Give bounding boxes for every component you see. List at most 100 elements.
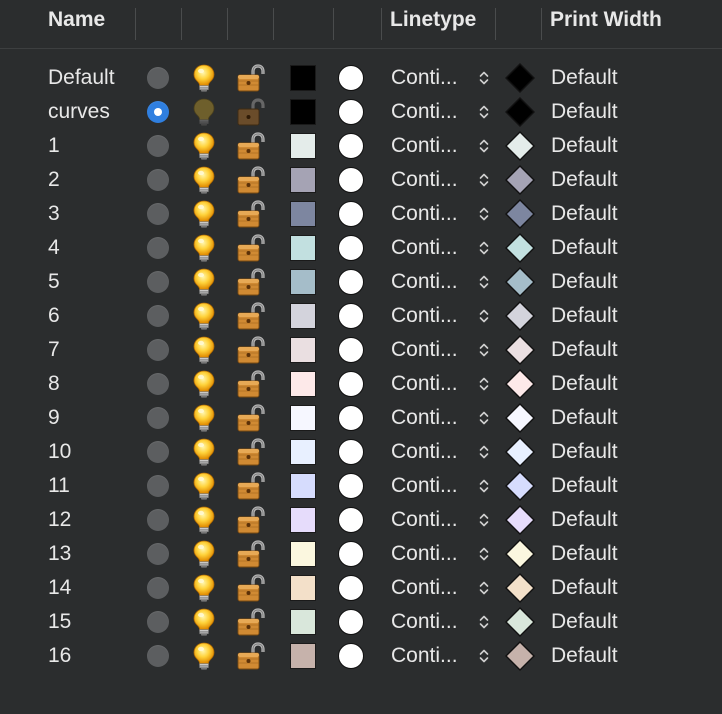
- chevron-up-down-icon[interactable]: [474, 503, 494, 537]
- chevron-up-down-icon[interactable]: [474, 333, 494, 367]
- lightbulb-icon[interactable]: [190, 503, 218, 537]
- padlock-icon[interactable]: [236, 265, 266, 299]
- layer-name[interactable]: 14: [48, 571, 71, 605]
- print-width-value[interactable]: Default: [551, 231, 618, 265]
- lightbulb-icon[interactable]: [190, 639, 218, 673]
- linetype-value[interactable]: Conti...: [391, 503, 458, 537]
- material-circle[interactable]: [338, 265, 364, 299]
- current-layer-radio[interactable]: [147, 639, 169, 673]
- layer-color-swatch[interactable]: [290, 469, 316, 503]
- layer-name[interactable]: 7: [48, 333, 60, 367]
- chevron-up-down-icon[interactable]: [474, 265, 494, 299]
- layer-color-swatch[interactable]: [290, 333, 316, 367]
- layer-name[interactable]: 6: [48, 299, 60, 333]
- print-width-value[interactable]: Default: [551, 265, 618, 299]
- current-layer-radio[interactable]: [147, 61, 169, 95]
- diamond-icon[interactable]: [503, 197, 537, 231]
- padlock-icon[interactable]: [236, 333, 266, 367]
- diamond-icon[interactable]: [503, 401, 537, 435]
- material-circle[interactable]: [338, 299, 364, 333]
- diamond-icon[interactable]: [503, 571, 537, 605]
- layer-color-swatch[interactable]: [290, 197, 316, 231]
- linetype-value[interactable]: Conti...: [391, 435, 458, 469]
- chevron-up-down-icon[interactable]: [474, 537, 494, 571]
- chevron-up-down-icon[interactable]: [474, 163, 494, 197]
- diamond-icon[interactable]: [503, 367, 537, 401]
- diamond-icon[interactable]: [503, 639, 537, 673]
- material-circle[interactable]: [338, 435, 364, 469]
- print-width-value[interactable]: Default: [551, 571, 618, 605]
- linetype-value[interactable]: Conti...: [391, 95, 458, 129]
- current-layer-radio[interactable]: [147, 401, 169, 435]
- lightbulb-icon[interactable]: [190, 469, 218, 503]
- diamond-icon[interactable]: [503, 333, 537, 367]
- current-layer-radio[interactable]: [147, 197, 169, 231]
- layer-name[interactable]: 9: [48, 401, 60, 435]
- lightbulb-icon[interactable]: [190, 163, 218, 197]
- layer-row[interactable]: 13 Conti... Default: [0, 537, 722, 571]
- lightbulb-icon[interactable]: [190, 95, 218, 129]
- padlock-icon[interactable]: [236, 95, 266, 129]
- current-layer-radio[interactable]: [147, 231, 169, 265]
- diamond-icon[interactable]: [503, 265, 537, 299]
- current-layer-radio[interactable]: [147, 537, 169, 571]
- padlock-icon[interactable]: [236, 401, 266, 435]
- print-width-value[interactable]: Default: [551, 469, 618, 503]
- chevron-up-down-icon[interactable]: [474, 435, 494, 469]
- layer-row[interactable]: 3 Conti... Default: [0, 197, 722, 231]
- current-layer-radio[interactable]: [147, 95, 169, 129]
- layer-row[interactable]: 6 Conti... Default: [0, 299, 722, 333]
- linetype-value[interactable]: Conti...: [391, 231, 458, 265]
- material-circle[interactable]: [338, 231, 364, 265]
- current-layer-radio[interactable]: [147, 605, 169, 639]
- layer-name[interactable]: 1: [48, 129, 60, 163]
- layer-name[interactable]: 3: [48, 197, 60, 231]
- current-layer-radio[interactable]: [147, 333, 169, 367]
- lightbulb-icon[interactable]: [190, 265, 218, 299]
- linetype-value[interactable]: Conti...: [391, 299, 458, 333]
- diamond-icon[interactable]: [503, 469, 537, 503]
- layer-row[interactable]: 10 Conti... Default: [0, 435, 722, 469]
- lightbulb-icon[interactable]: [190, 61, 218, 95]
- padlock-icon[interactable]: [236, 537, 266, 571]
- current-layer-radio[interactable]: [147, 571, 169, 605]
- print-width-value[interactable]: Default: [551, 299, 618, 333]
- layer-color-swatch[interactable]: [290, 537, 316, 571]
- material-circle[interactable]: [338, 197, 364, 231]
- layer-row[interactable]: 15 Conti... Default: [0, 605, 722, 639]
- lightbulb-icon[interactable]: [190, 129, 218, 163]
- material-circle[interactable]: [338, 333, 364, 367]
- lightbulb-icon[interactable]: [190, 333, 218, 367]
- layer-color-swatch[interactable]: [290, 95, 316, 129]
- layer-color-swatch[interactable]: [290, 503, 316, 537]
- chevron-up-down-icon[interactable]: [474, 231, 494, 265]
- padlock-icon[interactable]: [236, 231, 266, 265]
- layer-color-swatch[interactable]: [290, 367, 316, 401]
- current-layer-radio[interactable]: [147, 503, 169, 537]
- diamond-icon[interactable]: [503, 537, 537, 571]
- padlock-icon[interactable]: [236, 61, 266, 95]
- print-width-value[interactable]: Default: [551, 367, 618, 401]
- linetype-value[interactable]: Conti...: [391, 163, 458, 197]
- material-circle[interactable]: [338, 605, 364, 639]
- material-circle[interactable]: [338, 639, 364, 673]
- material-circle[interactable]: [338, 503, 364, 537]
- chevron-up-down-icon[interactable]: [474, 61, 494, 95]
- layer-name[interactable]: 13: [48, 537, 71, 571]
- layer-row[interactable]: 12 Conti... Default: [0, 503, 722, 537]
- layer-row[interactable]: 4 Conti... Default: [0, 231, 722, 265]
- chevron-up-down-icon[interactable]: [474, 639, 494, 673]
- layer-color-swatch[interactable]: [290, 299, 316, 333]
- layer-row[interactable]: Default Conti... Default: [0, 61, 722, 95]
- diamond-icon[interactable]: [503, 163, 537, 197]
- linetype-value[interactable]: Conti...: [391, 469, 458, 503]
- diamond-icon[interactable]: [503, 299, 537, 333]
- layer-name[interactable]: 2: [48, 163, 60, 197]
- diamond-icon[interactable]: [503, 435, 537, 469]
- lightbulb-icon[interactable]: [190, 197, 218, 231]
- material-circle[interactable]: [338, 401, 364, 435]
- layer-color-swatch[interactable]: [290, 639, 316, 673]
- layer-row[interactable]: 9 Conti... Default: [0, 401, 722, 435]
- material-circle[interactable]: [338, 571, 364, 605]
- diamond-icon[interactable]: [503, 231, 537, 265]
